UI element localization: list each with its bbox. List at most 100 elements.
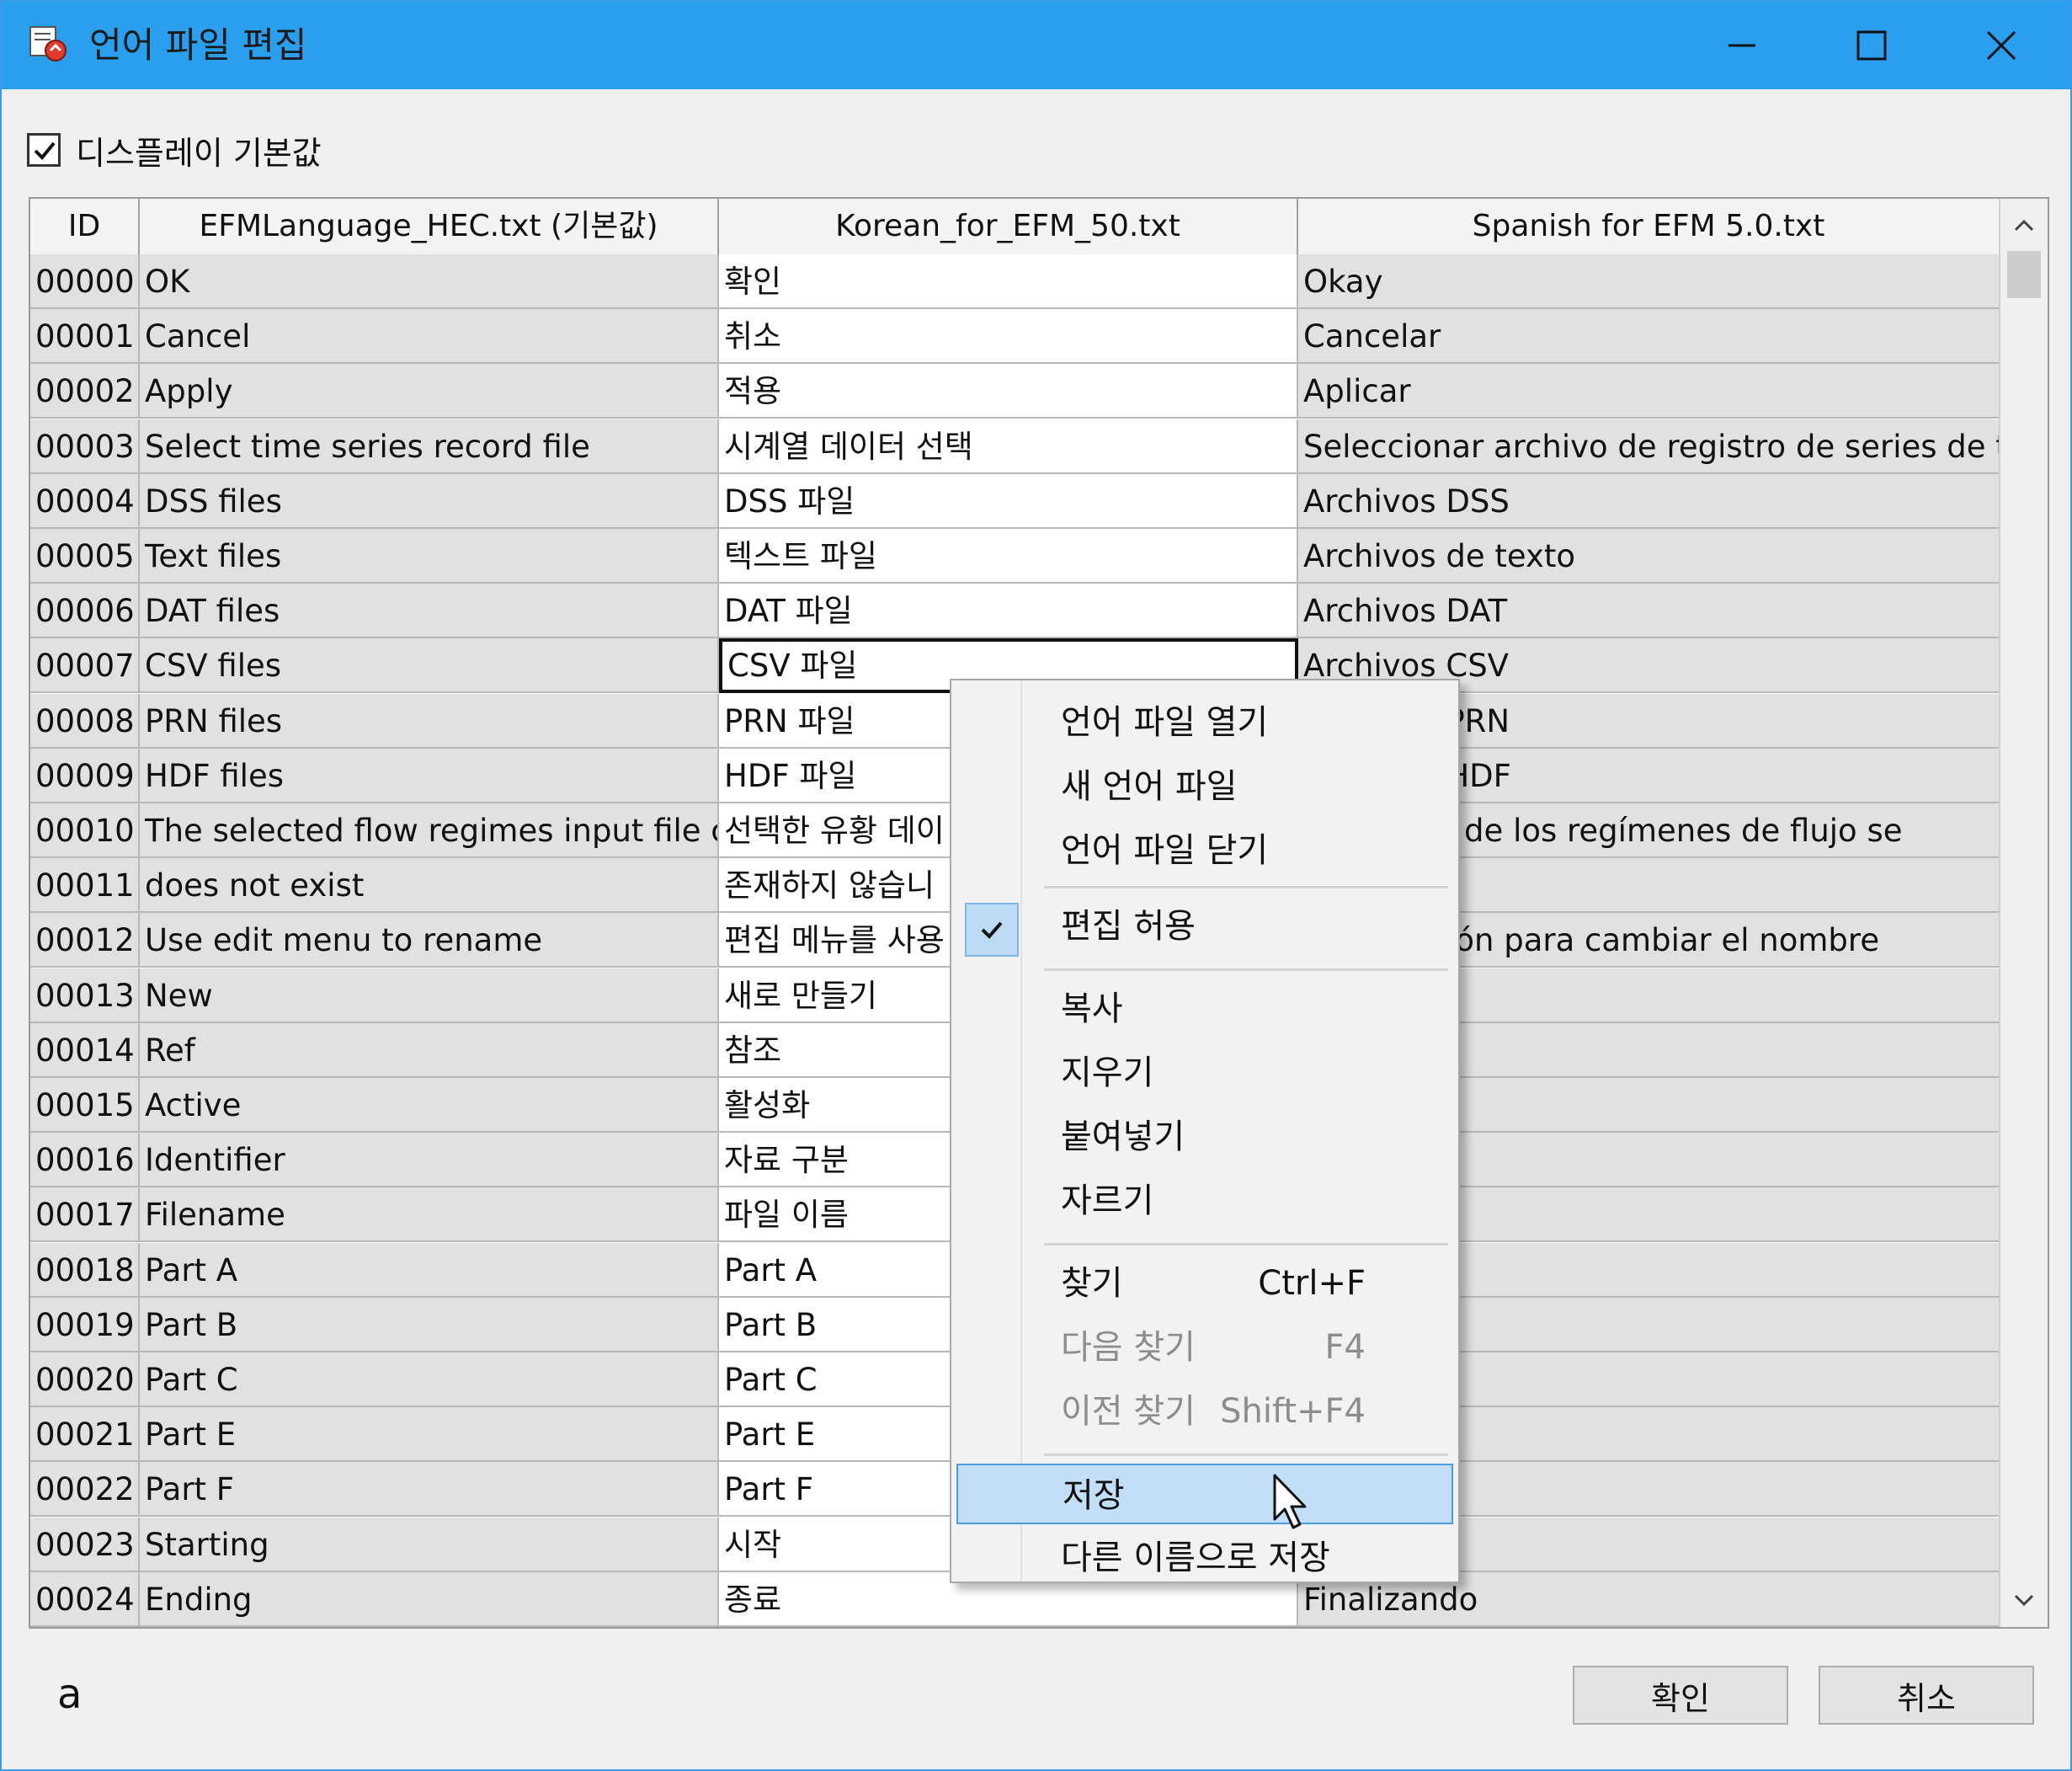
ok-button[interactable]: 확인 xyxy=(1573,1666,1788,1725)
cell-korean[interactable]: 시계열 데이터 선택 xyxy=(719,419,1298,474)
table-row[interactable]: 00003 Select time series record file 시계열 데… xyxy=(30,419,2000,474)
cell-korean[interactable]: 텍스트 파일 xyxy=(719,529,1298,584)
menu-item-shortcut: F4 xyxy=(1324,1328,1366,1367)
cell-default: does not exist xyxy=(140,858,719,914)
menu-item[interactable]: 지우기 xyxy=(956,1043,1453,1103)
menu-item-label: 자르기 xyxy=(1061,1182,1154,1220)
menu-item[interactable]: 언어 파일 열기 xyxy=(956,692,1453,753)
menu-item-shortcut: Ctrl+F xyxy=(1258,1264,1366,1303)
checkmark-icon xyxy=(981,921,1003,939)
mouse-cursor-icon xyxy=(1273,1474,1307,1529)
cell-default: Part E xyxy=(140,1407,719,1463)
cell-korean[interactable]: DSS 파일 xyxy=(719,473,1298,529)
menu-item-label: 새 언어 파일 xyxy=(1061,767,1238,806)
table-row[interactable]: 00002 Apply 적용 Aplicar xyxy=(30,364,2000,419)
display-default-option[interactable]: 디스플레이 기본값 xyxy=(27,126,322,173)
close-button[interactable] xyxy=(1936,2,2066,89)
cell-id: 00017 xyxy=(30,1187,140,1243)
cell-id: 00008 xyxy=(30,693,140,749)
cell-korean[interactable]: DAT 파일 xyxy=(719,584,1298,639)
column-header-default[interactable]: EFMLanguage_HEC.txt (기본값) xyxy=(140,199,719,254)
table-row[interactable]: 00006 DAT files DAT 파일 Archivos DAT xyxy=(30,584,2000,639)
menu-item[interactable]: 편집 허용 xyxy=(956,896,1453,957)
vertical-scrollbar[interactable] xyxy=(1999,199,2048,1627)
app-icon xyxy=(29,26,67,61)
cell-default: DSS files xyxy=(140,473,719,529)
cell-spanish: Aplicar xyxy=(1298,364,2000,419)
display-default-checkbox[interactable] xyxy=(27,133,61,167)
cancel-button[interactable]: 취소 xyxy=(1819,1666,2034,1725)
menu-separator xyxy=(1044,886,1448,888)
cell-id: 00020 xyxy=(30,1352,140,1407)
menu-item[interactable]: 자르기 xyxy=(956,1171,1453,1231)
menu-item[interactable]: 붙여넣기 xyxy=(956,1107,1453,1167)
menu-separator xyxy=(1044,1454,1448,1456)
cell-id: 00007 xyxy=(30,638,140,694)
checkmark-icon xyxy=(34,141,56,160)
column-header-id[interactable]: ID xyxy=(30,199,140,254)
close-icon xyxy=(1986,30,2016,61)
column-header-spanish[interactable]: Spanish for EFM 5.0.txt xyxy=(1298,199,2000,254)
cell-korean[interactable]: 확인 xyxy=(719,254,1298,309)
table-row[interactable]: 00000 OK 확인 Okay xyxy=(30,254,2000,309)
cell-id: 00014 xyxy=(30,1022,140,1078)
cell-default: HDF files xyxy=(140,748,719,803)
menu-item-label: 저장 xyxy=(1063,1476,1125,1515)
cell-spanish: Archivos DSS xyxy=(1298,473,2000,529)
table-row[interactable]: 00004 DSS files DSS 파일 Archivos DSS xyxy=(30,473,2000,529)
cell-id: 00000 xyxy=(30,254,140,309)
column-header-korean[interactable]: Korean_for_EFM_50.txt xyxy=(719,199,1298,254)
menu-item[interactable]: 다음 찾기 F4 xyxy=(956,1317,1453,1378)
cell-id: 00009 xyxy=(30,748,140,803)
cell-id: 00010 xyxy=(30,803,140,858)
cell-id: 00021 xyxy=(30,1407,140,1463)
display-default-label: 디스플레이 기본값 xyxy=(76,134,322,172)
cell-default: Starting xyxy=(140,1517,719,1572)
cell-id: 00015 xyxy=(30,1078,140,1133)
context-menu: 언어 파일 열기새 언어 파일언어 파일 닫기편집 허용복사지우기붙여넣기자르기… xyxy=(950,679,1460,1583)
menu-separator xyxy=(1044,968,1448,971)
menu-item-label: 언어 파일 닫기 xyxy=(1061,831,1269,870)
cell-id: 00022 xyxy=(30,1462,140,1518)
minimize-button[interactable] xyxy=(1677,2,1807,89)
title-bar[interactable]: 언어 파일 편집 xyxy=(2,2,2070,89)
cell-default: Select time series record file xyxy=(140,419,719,474)
menu-item-label: 지우기 xyxy=(1061,1054,1154,1092)
menu-item-label: 복사 xyxy=(1061,990,1123,1028)
grid-header: ID EFMLanguage_HEC.txt (기본값) Korean_for_… xyxy=(30,199,2000,256)
cell-default: OK xyxy=(140,254,719,309)
cell-korean[interactable]: 적용 xyxy=(719,364,1298,419)
scroll-down-button[interactable] xyxy=(2000,1576,2048,1624)
menu-item-shortcut: Shift+F4 xyxy=(1220,1392,1366,1431)
menu-item[interactable]: 저장 xyxy=(956,1464,1453,1524)
scroll-thumb[interactable] xyxy=(2007,251,2041,298)
table-row[interactable]: 00005 Text files 텍스트 파일 Archivos de texto xyxy=(30,529,2000,584)
cell-korean[interactable]: 취소 xyxy=(719,309,1298,365)
cell-default: Ref xyxy=(140,1022,719,1078)
cell-id: 00023 xyxy=(30,1517,140,1572)
cell-id: 00006 xyxy=(30,584,140,639)
menu-item-label: 언어 파일 열기 xyxy=(1061,703,1269,742)
menu-item[interactable]: 다른 이름으로 저장 xyxy=(956,1528,1453,1588)
chevron-up-icon xyxy=(2014,219,2034,232)
cell-default: Part A xyxy=(140,1242,719,1298)
table-row[interactable]: 00001 Cancel 취소 Cancelar xyxy=(30,309,2000,365)
menu-item[interactable]: 찾기 Ctrl+F xyxy=(956,1253,1453,1314)
menu-item[interactable]: 이전 찾기 Shift+F4 xyxy=(956,1381,1453,1442)
menu-item[interactable]: 언어 파일 닫기 xyxy=(956,820,1453,881)
cell-default: Ending xyxy=(140,1571,719,1627)
cell-id: 00002 xyxy=(30,364,140,419)
cell-default: Filename xyxy=(140,1187,719,1243)
cell-default: Use edit menu to rename xyxy=(140,913,719,968)
menu-check-indicator xyxy=(965,903,1019,957)
cell-id: 00018 xyxy=(30,1242,140,1298)
cell-spanish: Seleccionar archivo de registro de serie… xyxy=(1298,419,2000,474)
menu-item[interactable]: 복사 xyxy=(956,979,1453,1039)
scroll-up-button[interactable] xyxy=(2000,202,2048,249)
menu-item-label: 편집 허용 xyxy=(1061,907,1196,946)
maximize-button[interactable] xyxy=(1807,2,1936,89)
cell-id: 00003 xyxy=(30,419,140,474)
minimize-icon xyxy=(1728,44,1755,47)
menu-item[interactable]: 새 언어 파일 xyxy=(956,756,1453,817)
menu-item-label: 다른 이름으로 저장 xyxy=(1061,1539,1330,1577)
